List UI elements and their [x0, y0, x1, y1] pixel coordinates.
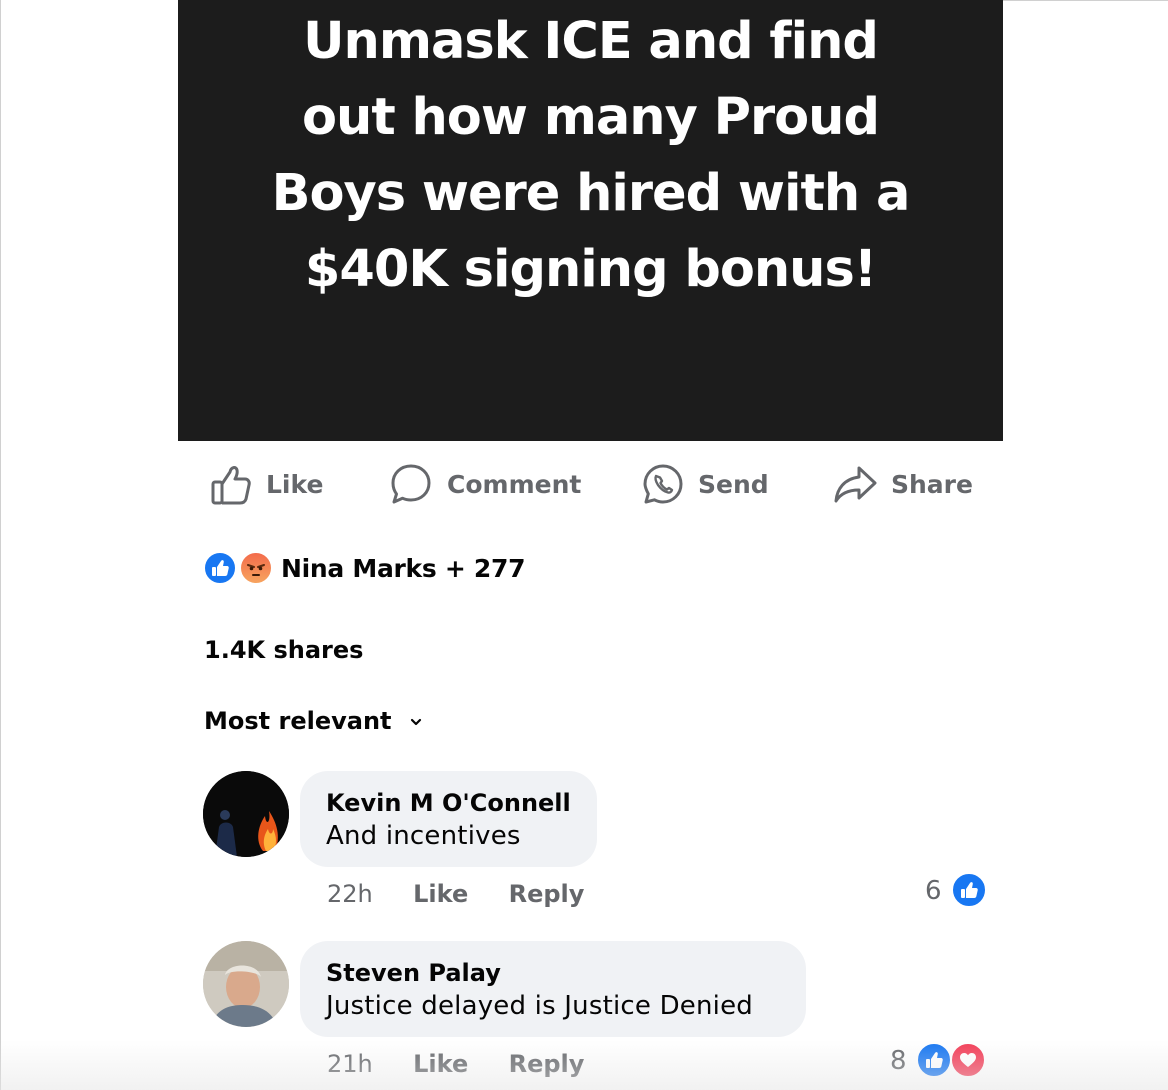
comment-bubble-icon: [391, 464, 431, 504]
share-arrow-icon: [834, 466, 877, 503]
shares-count[interactable]: 1.4K shares: [204, 636, 363, 664]
comment-button-label: Comment: [447, 469, 582, 499]
comment-bubble[interactable]: Steven Palay Justice delayed is Justice …: [300, 941, 806, 1037]
share-button-label: Share: [891, 469, 973, 499]
reactions-summary[interactable]: Nina Marks + 277: [203, 549, 525, 587]
comment-timestamp[interactable]: 22h: [327, 880, 373, 908]
post-image-line: $40K signing bonus!: [304, 240, 877, 299]
angry-icon: [239, 551, 273, 585]
comment-like-link[interactable]: Like: [413, 880, 468, 908]
comment-bubble[interactable]: Kevin M O'Connell And incentives: [300, 771, 597, 867]
comment-timestamp[interactable]: 21h: [327, 1050, 373, 1078]
like-icon: [916, 1042, 952, 1078]
thumbs-up-icon: [211, 466, 251, 505]
avatar[interactable]: [203, 771, 289, 857]
share-button[interactable]: Share: [833, 459, 973, 509]
like-icon: [951, 872, 987, 908]
comment-meta: 22h Like Reply: [327, 880, 584, 908]
post-image-line: Unmask ICE and find: [303, 12, 879, 71]
frame-border-top: [1003, 0, 1168, 1]
send-button[interactable]: Send: [642, 459, 769, 509]
post-image-line: Boys were hired with a: [271, 164, 911, 223]
comment-author[interactable]: Kevin M O'Connell: [326, 787, 571, 819]
reactors-text: Nina Marks + 277: [281, 553, 526, 583]
comment-text: Justice delayed is Justice Denied: [326, 991, 753, 1021]
comment-reaction-count[interactable]: 6: [925, 876, 942, 906]
comment-like-link[interactable]: Like: [413, 1050, 468, 1078]
sort-label: Most relevant: [204, 707, 392, 735]
post-image[interactable]: Unmask ICE and find out how many Proud B…: [178, 0, 1003, 441]
like-button-label: Like: [266, 469, 324, 499]
like-icon: [203, 551, 237, 585]
send-button-label: Send: [698, 469, 769, 499]
whatsapp-icon: [643, 464, 683, 504]
comment-meta: 21h Like Reply: [327, 1050, 584, 1078]
comment-reply-link[interactable]: Reply: [509, 880, 585, 908]
comment-reply-link[interactable]: Reply: [509, 1050, 585, 1078]
comment-text: And incentives: [326, 821, 521, 851]
like-button[interactable]: Like: [210, 459, 323, 509]
comment-reaction-count[interactable]: 8: [890, 1046, 907, 1076]
comment-author[interactable]: Steven Palay: [326, 957, 780, 989]
comment-button[interactable]: Comment: [389, 459, 581, 509]
love-icon: [950, 1042, 986, 1078]
frame-border-left: [0, 0, 1, 1090]
comment-sort-dropdown[interactable]: Most relevant: [204, 707, 422, 735]
post-image-line: out how many Proud: [302, 88, 880, 147]
avatar[interactable]: [203, 941, 289, 1027]
reaction-icons: [203, 550, 275, 586]
post-action-bar: Like Comment Send Share: [0, 459, 1168, 509]
post-image-text: Unmask ICE and find out how many Proud B…: [178, 4, 1003, 308]
chevron-down-icon: [410, 718, 421, 726]
